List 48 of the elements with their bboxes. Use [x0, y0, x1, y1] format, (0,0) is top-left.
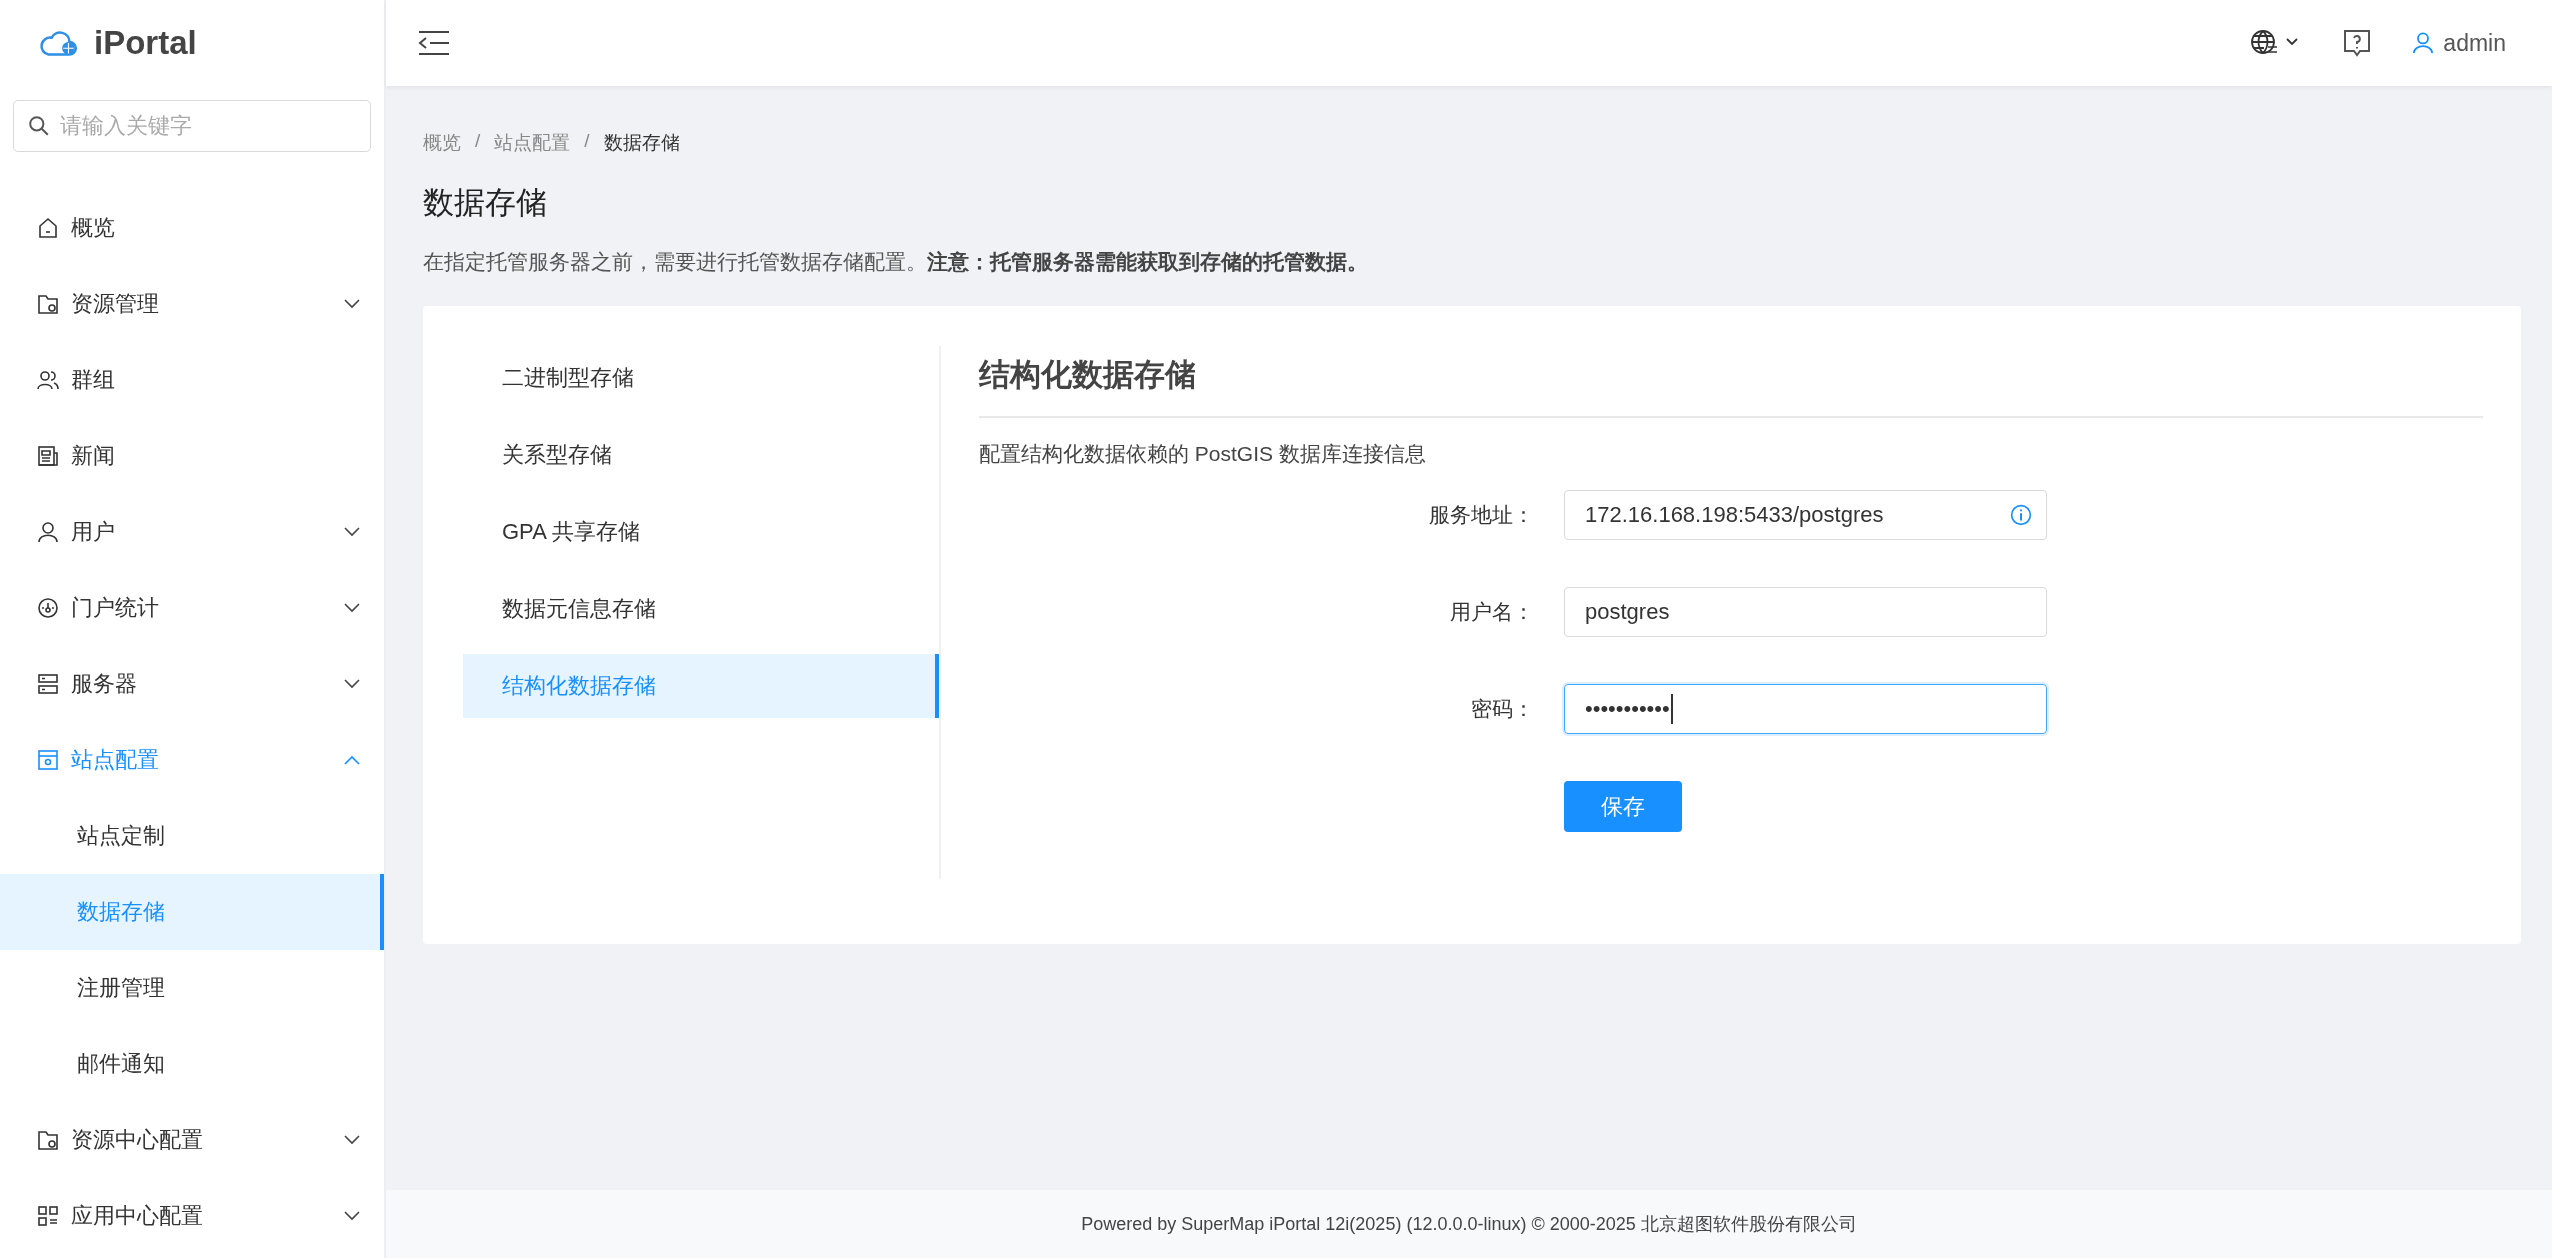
sidebar-subitem[interactable]: 注册管理: [0, 950, 384, 1026]
window-icon: [37, 749, 59, 771]
input-field[interactable]: postgres: [1564, 587, 2047, 637]
user-menu[interactable]: admin: [2413, 29, 2506, 57]
cloud-logo-icon: [38, 28, 80, 58]
storage-tab[interactable]: 关系型存储: [463, 423, 939, 487]
sidebar-item[interactable]: 门户统计: [0, 570, 384, 646]
help-icon[interactable]: [2343, 29, 2372, 57]
sidebar-item[interactable]: 应用中心配置: [0, 1178, 384, 1254]
panel-title: 结构化数据存储: [979, 346, 2483, 418]
input-field[interactable]: 172.16.168.198:5433/postgres: [1564, 490, 2047, 540]
sidebar-item[interactable]: 概览: [0, 190, 384, 266]
breadcrumb-separator: /: [584, 130, 590, 153]
user-icon: [2413, 32, 2434, 54]
folder-icon: [37, 1129, 59, 1151]
sidebar-item[interactable]: 资源中心配置: [0, 1102, 384, 1178]
sidebar-subitem[interactable]: 站点定制: [0, 798, 384, 874]
panel-subtitle: 配置结构化数据依赖的 PostGIS 数据库连接信息: [979, 441, 1427, 467]
home-icon: [37, 217, 59, 239]
user-icon: [37, 521, 59, 543]
field-label: 用户名：: [1449, 599, 1535, 625]
people-icon: [37, 369, 59, 391]
server-icon: [37, 673, 59, 695]
input-field[interactable]: •••••••••••: [1564, 684, 2047, 734]
field-label: 服务地址：: [1428, 502, 1535, 528]
breadcrumb-separator: /: [475, 130, 481, 153]
newspaper-icon: [37, 445, 59, 467]
page-description: 在指定托管服务器之前，需要进行托管数据存储配置。注意：托管服务器需能获取到存储的托管数据。: [423, 249, 1369, 275]
sidebar-item[interactable]: 新闻: [0, 418, 384, 494]
info-icon[interactable]: [2010, 504, 2032, 526]
field-label: 密码：: [1470, 696, 1535, 722]
storage-tab[interactable]: 数据元信息存储: [463, 577, 939, 641]
collapse-menu-icon[interactable]: [418, 30, 450, 56]
sidebar-item[interactable]: 用户: [0, 494, 384, 570]
sidebar-item[interactable]: 资源管理: [0, 266, 384, 342]
search-icon: [28, 115, 50, 137]
storage-tab[interactable]: GPA 共享存储: [463, 500, 939, 564]
dashboard-icon: [37, 597, 59, 619]
breadcrumb-current: 数据存储: [603, 131, 680, 155]
sidebar-subitem[interactable]: 邮件通知: [0, 1026, 384, 1102]
brand-name: iPortal: [94, 24, 197, 62]
folder-icon: [37, 293, 59, 315]
storage-tab[interactable]: 二进制型存储: [463, 346, 939, 410]
sidebar-item[interactable]: 群组: [0, 342, 384, 418]
sidebar-item[interactable]: 服务器: [0, 646, 384, 722]
grid-icon: [37, 1205, 59, 1227]
footer-text: Powered by SuperMap iPortal 12i(2025) (12.0.0.0-linux) © 2000-2025 北京超图软件股份有限公司: [386, 1190, 2552, 1258]
page-title: 数据存储: [423, 184, 548, 222]
